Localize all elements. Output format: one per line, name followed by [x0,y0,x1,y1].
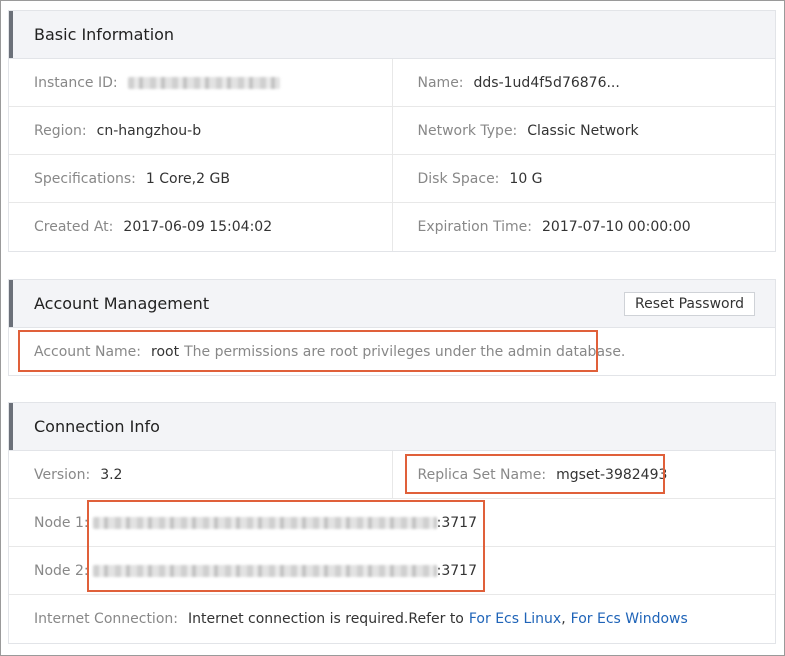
network-type-value: Classic Network [527,122,639,139]
basic-information-header: Basic Information [9,11,775,59]
specifications-cell: Specifications: 1 Core,2 GB [9,155,393,202]
node-2-cell: Node 2: :3717 [9,547,775,594]
disk-space-label: Disk Space: [417,170,500,187]
name-label: Name: [417,74,464,91]
node-1-masked-address [92,516,437,529]
connection-info-panel: Connection Info Version: 3.2 Replica Set… [8,402,776,644]
created-at-value: 2017-06-09 15:04:02 [123,219,273,235]
info-row: Instance ID: Name: dds-1ud4f5d76876... [9,59,775,107]
account-management-title: Account Management [34,294,210,313]
region-value: cn-hangzhou-b [96,122,202,139]
node-2-label: Node 2: [34,562,89,579]
account-name-label: Account Name: [34,344,141,360]
internet-connection-label: Internet Connection: [34,611,178,627]
version-value: 3.2 [100,466,123,483]
basic-information-title: Basic Information [34,25,175,44]
node-1-label: Node 1: [34,514,89,531]
replica-set-label: Replica Set Name: [417,466,547,483]
region-cell: Region: cn-hangzhou-b [9,107,393,154]
node-1-port: :3717 [436,514,477,531]
expiration-time-value: 2017-07-10 00:00:00 [542,219,691,235]
node-2-masked-address [92,564,437,577]
created-at-cell: Created At: 2017-06-09 15:04:02 [9,203,393,251]
version-label: Version: [34,466,91,483]
account-management-panel: Account Management Reset Password Accoun… [8,279,776,376]
connection-row: Internet Connection: Internet connection… [9,595,775,643]
instance-id-label: Instance ID: [34,74,118,91]
version-cell: Version: 3.2 [9,451,393,498]
expiration-time-label: Expiration Time: [417,219,533,235]
account-permissions-note: The permissions are root privileges unde… [184,344,626,360]
name-cell: Name: dds-1ud4f5d76876... [393,59,776,106]
connection-row: Node 2: :3717 [9,547,775,595]
account-name-cell: Account Name: root The permissions are r… [9,328,775,376]
basic-information-panel: Basic Information Instance ID: Name: dds… [8,10,776,252]
ecs-windows-link[interactable]: For Ecs Windows [571,611,688,627]
instance-id-cell: Instance ID: [9,59,393,106]
region-label: Region: [34,122,87,139]
link-separator: , [561,611,566,627]
network-type-cell: Network Type: Classic Network [393,107,776,154]
connection-info-title: Connection Info [34,417,160,436]
name-value: dds-1ud4f5d76876... [473,74,620,91]
specifications-value: 1 Core,2 GB [145,170,230,187]
ecs-linux-link[interactable]: For Ecs Linux [469,611,561,627]
info-row: Region: cn-hangzhou-b Network Type: Clas… [9,107,775,155]
connection-row: Node 1: :3717 [9,499,775,547]
node-2-port: :3717 [436,562,477,579]
expiration-time-cell: Expiration Time: 2017-07-10 00:00:00 [393,203,776,251]
info-row: Created At: 2017-06-09 15:04:02 Expirati… [9,203,775,251]
disk-space-value: 10 G [509,170,543,187]
created-at-label: Created At: [34,219,114,235]
reset-password-button[interactable]: Reset Password [624,292,755,316]
connection-row: Version: 3.2 Replica Set Name: mgset-398… [9,451,775,499]
info-row: Specifications: 1 Core,2 GB Disk Space: … [9,155,775,203]
specifications-label: Specifications: [34,170,136,187]
disk-space-cell: Disk Space: 10 G [393,155,776,202]
internet-connection-cell: Internet Connection: Internet connection… [9,595,775,643]
node-1-cell: Node 1: :3717 [9,499,775,546]
replica-set-value: mgset-3982493 [556,466,668,483]
instance-id-masked-value [127,76,280,89]
account-management-header: Account Management Reset Password [9,280,775,328]
account-row: Account Name: root The permissions are r… [9,328,775,376]
account-name-value: root [151,344,180,360]
network-type-label: Network Type: [417,122,518,139]
internet-connection-text: Internet connection is required.Refer to [187,611,464,627]
connection-info-header: Connection Info [9,403,775,451]
replica-set-cell: Replica Set Name: mgset-3982493 [393,451,776,498]
